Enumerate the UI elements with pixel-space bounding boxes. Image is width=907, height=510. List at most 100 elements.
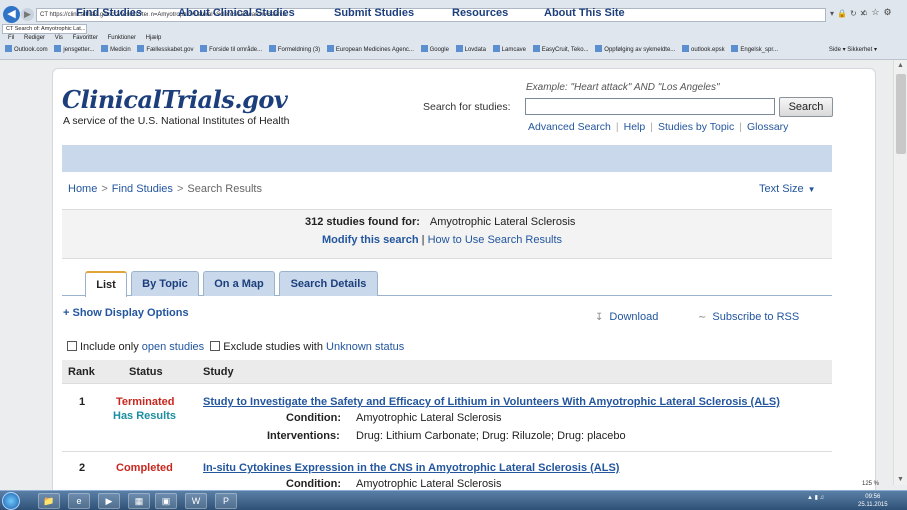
advanced-search-link[interactable]: Advanced Search: [528, 121, 611, 133]
search-links: Advanced Search | Help | Studies by Topic | Gl…: [528, 121, 789, 133]
search-button[interactable]: Search: [779, 97, 833, 117]
modify-search-link[interactable]: Modify this search: [322, 234, 419, 246]
main-navigation: [62, 145, 832, 172]
tab-on-a-map[interactable]: On a Map: [203, 271, 275, 296]
favorite-link[interactable]: jensgetter...: [54, 43, 94, 57]
study-title-link[interactable]: Study to Investigate the Safety and Effi…: [203, 396, 780, 408]
favorite-icon: [268, 45, 276, 52]
row-rank: 1: [79, 396, 86, 408]
media-icon[interactable]: ▶: [98, 493, 120, 509]
nav-resources[interactable]: Resources ▼: [452, 7, 520, 19]
start-button[interactable]: [2, 492, 20, 510]
menu-item[interactable]: Fil: [8, 35, 14, 41]
chevron-down-icon: ▼: [627, 8, 637, 18]
back-button[interactable]: ◀: [3, 6, 20, 23]
breadcrumb-find-studies[interactable]: Find Studies: [112, 183, 173, 195]
include-open-checkbox[interactable]: [67, 341, 77, 351]
breadcrumb-home[interactable]: Home: [68, 183, 97, 195]
vertical-scrollbar[interactable]: ▲ ▼: [893, 60, 907, 485]
favorite-link[interactable]: Lovdata: [455, 43, 486, 57]
favorite-icon: [595, 45, 603, 52]
breadcrumb-current: Search Results: [187, 183, 262, 195]
app-icon[interactable]: ▣: [155, 493, 177, 509]
favorite-icon: [137, 45, 145, 52]
network-icon[interactable]: ▦: [128, 493, 150, 509]
favorite-link[interactable]: Fællesskabet.gov: [137, 43, 193, 57]
open-studies-link[interactable]: open studies: [142, 341, 204, 353]
search-example-text: Example: "Heart attack" AND "Los Angeles…: [526, 82, 720, 93]
favorite-link[interactable]: Outlook.com: [5, 43, 48, 57]
unknown-status-link[interactable]: Unknown status: [326, 341, 404, 353]
system-tray[interactable]: ▲ ▮ ♫: [807, 494, 824, 501]
has-results-link[interactable]: Has Results: [113, 410, 176, 422]
site-tagline: A service of the U.S. National Institute…: [63, 115, 290, 127]
help-link[interactable]: Help: [624, 121, 646, 133]
scroll-down-icon[interactable]: ▼: [897, 476, 904, 483]
tab-search-details[interactable]: Search Details: [279, 271, 378, 296]
menu-item[interactable]: Hjælp: [146, 35, 162, 41]
browser-menu-bar: Fil Rediger Vis Favoritter Funktioner Hj…: [0, 34, 907, 43]
menu-item[interactable]: Favoritter: [73, 35, 98, 41]
favorite-link[interactable]: Lamcave: [492, 43, 526, 57]
command-bar: Side ▾ Sikkerhet ▾: [828, 47, 877, 53]
forward-button[interactable]: ▶: [21, 8, 34, 21]
menu-item[interactable]: Vis: [55, 35, 63, 41]
address-bar[interactable]: CT https://clinicaltrials.gov/ct2/result…: [36, 8, 826, 22]
nav-about-this-site[interactable]: About This Site ▼: [544, 7, 637, 19]
interventions-label: Interventions:: [267, 430, 340, 442]
study-title-link[interactable]: In-situ Cytokines Expression in the CNS …: [203, 462, 619, 474]
text-size-menu[interactable]: Text Size ▼: [759, 183, 816, 195]
exclude-unknown-checkbox[interactable]: [210, 341, 221, 351]
nav-about-clinical-studies[interactable]: About Clinical Studies ▼: [178, 7, 307, 19]
show-display-options[interactable]: + Show Display Options: [63, 307, 189, 319]
status-filters: Include only open studies Exclude studie…: [67, 341, 404, 353]
favorite-link[interactable]: EasyCruit, Teko...: [532, 43, 589, 57]
zoom-level[interactable]: 125 %: [862, 481, 879, 487]
favorite-icon: [326, 45, 334, 52]
favorite-link[interactable]: European Medicines Agenc...: [326, 43, 414, 57]
how-to-use-link[interactable]: How to Use Search Results: [428, 234, 563, 246]
clock[interactable]: 09:56 25.11.2015: [858, 493, 888, 509]
search-input[interactable]: [525, 98, 775, 115]
glossary-link[interactable]: Glossary: [747, 121, 788, 133]
powerpoint-icon[interactable]: P: [215, 493, 237, 509]
favorite-link[interactable]: outlook.epsk: [681, 43, 725, 57]
scroll-thumb[interactable]: [896, 74, 906, 154]
favorites-bar: Outlook.com jensgetter... Medicin Fælles…: [0, 43, 907, 57]
word-icon[interactable]: W: [185, 493, 207, 509]
chevron-down-icon: ▼: [145, 8, 154, 18]
site-logo[interactable]: ClinicalTrials.gov: [62, 85, 288, 114]
menu-item[interactable]: Rediger: [24, 35, 45, 41]
favorite-icon: [5, 45, 12, 52]
column-header-status[interactable]: Status: [129, 366, 163, 378]
favorite-link[interactable]: Google: [420, 43, 449, 57]
condition-value: Amyotrophic Lateral Sclerosis: [356, 478, 502, 490]
page-tools-menu[interactable]: Side: [829, 47, 841, 53]
tab-by-topic[interactable]: By Topic: [131, 271, 199, 296]
ie-icon[interactable]: e: [68, 493, 90, 509]
nav-find-studies[interactable]: Find Studies ▼: [76, 7, 154, 19]
column-header-study[interactable]: Study: [203, 366, 234, 378]
favorite-link[interactable]: Oppfølging av sykmeldte...: [595, 43, 675, 57]
chevron-down-icon: ▼: [807, 185, 816, 194]
scroll-up-icon[interactable]: ▲: [897, 62, 904, 69]
column-header-rank[interactable]: Rank: [68, 366, 95, 378]
browser-tab[interactable]: CT Search of: Amyotrophic Lat...: [2, 24, 87, 34]
favorite-icon: [200, 45, 208, 52]
nav-submit-studies[interactable]: Submit Studies ▼: [334, 7, 426, 19]
favorite-icon: [731, 45, 739, 52]
favorite-link[interactable]: Medicin: [101, 43, 131, 57]
favorite-icon: [492, 45, 500, 52]
favorite-link[interactable]: Forside til område...: [200, 43, 262, 57]
explorer-icon[interactable]: 📁: [38, 493, 60, 509]
window-controls[interactable]: ⌂☆⚙: [862, 7, 896, 18]
download-link[interactable]: ↧ Download: [595, 311, 658, 323]
favorite-link[interactable]: Formeldning (3): [268, 43, 320, 57]
studies-by-topic-link[interactable]: Studies by Topic: [658, 121, 734, 133]
safety-tools-menu[interactable]: Sikkerhet: [847, 47, 872, 53]
favorite-link[interactable]: Engelsk_spr...: [731, 43, 778, 57]
subscribe-rss-link[interactable]: ∼ Subscribe to RSS: [698, 311, 799, 323]
menu-item[interactable]: Funktioner: [108, 35, 136, 41]
tab-list[interactable]: List: [85, 271, 127, 297]
favorite-icon: [681, 45, 689, 52]
